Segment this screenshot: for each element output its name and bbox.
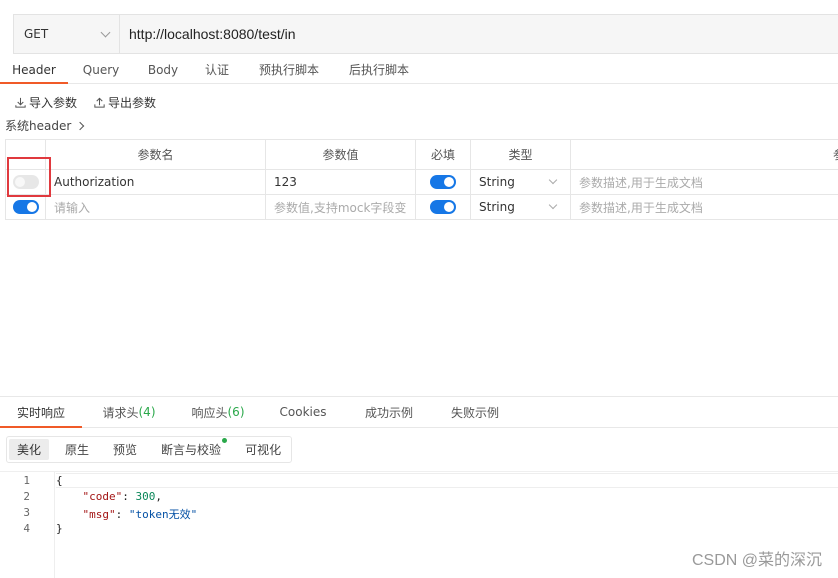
code-line: "code": 300,	[82, 490, 163, 503]
export-params-label: 导出参数	[108, 96, 157, 110]
tab-label: Cookies	[279, 405, 327, 419]
response-tabs: 实时响应 请求头 (4) 响应头 (6) Cookies 成功示例 失败示例	[0, 396, 838, 428]
download-icon	[15, 97, 26, 108]
tab-live-response[interactable]: 实时响应	[0, 397, 82, 428]
type-label: String	[479, 200, 515, 214]
line-number: 2	[23, 490, 30, 503]
description-cell[interactable]: 参数描述,用于生成文档	[570, 194, 838, 220]
code-line: }	[56, 522, 63, 535]
line-number: 4	[23, 522, 30, 535]
export-params-button[interactable]: 导出参数	[93, 94, 156, 111]
required-toggle[interactable]	[430, 200, 456, 215]
tab-auth[interactable]: 认证	[192, 56, 242, 83]
brace: }	[56, 522, 63, 535]
chevron-down-icon	[548, 175, 558, 185]
col-param-name: 参数名	[45, 139, 266, 170]
upload-icon	[94, 97, 105, 108]
count-badge: (4)	[138, 405, 156, 419]
preview-button[interactable]: 预览	[105, 439, 145, 460]
col-toggle	[5, 139, 46, 170]
json-key: "msg"	[82, 508, 116, 521]
type-select[interactable]: String	[470, 169, 571, 195]
tab-pre-script[interactable]: 预执行脚本	[242, 56, 336, 83]
col-param-value: 参数值	[265, 139, 416, 170]
brace: {	[56, 474, 63, 487]
method-label: GET	[24, 27, 49, 41]
param-actions: 导入参数 导出参数	[14, 94, 156, 111]
json-number: 300	[135, 490, 156, 503]
assertion-button[interactable]: 断言与校验	[153, 438, 229, 460]
tab-query[interactable]: Query	[68, 56, 134, 83]
table-header-row: 参数名 参数值 必填 类型 参	[5, 139, 838, 170]
import-params-label: 导入参数	[29, 96, 78, 110]
tab-label: 响应头	[191, 405, 228, 420]
json-key: "code"	[82, 490, 123, 503]
description-cell[interactable]: 参数描述,用于生成文档	[570, 169, 838, 195]
format-toolbar: 美化 原生 预览 断言与校验 可视化	[6, 436, 293, 463]
chevron-right-icon	[76, 121, 85, 130]
tab-response-headers[interactable]: 响应头 (6)	[176, 397, 260, 427]
tab-failure-example[interactable]: 失败示例	[432, 397, 518, 427]
tab-label: 实时响应	[16, 405, 65, 420]
param-name-cell[interactable]: Authorization	[45, 169, 266, 195]
row-enable-toggle[interactable]	[12, 175, 39, 190]
code-line: "msg": "token无效"	[82, 508, 198, 521]
line-number: 1	[23, 474, 30, 487]
tab-label: 请求头	[102, 405, 139, 420]
tab-post-script[interactable]: 后执行脚本	[336, 56, 422, 83]
col-description: 参	[570, 139, 838, 170]
url-input[interactable]: http://localhost:8080/test/in	[120, 15, 838, 53]
tab-request-headers[interactable]: 请求头 (4)	[82, 397, 176, 427]
status-dot-icon	[222, 438, 228, 443]
chevron-down-icon	[100, 27, 111, 37]
method-select[interactable]: GET	[14, 15, 120, 53]
raw-button[interactable]: 原生	[57, 439, 97, 460]
type-select[interactable]: String	[470, 194, 571, 220]
tab-success-example[interactable]: 成功示例	[346, 397, 432, 427]
param-value-cell[interactable]: 123	[265, 169, 416, 195]
chevron-down-icon	[548, 200, 558, 210]
header-params-table: 参数名 参数值 必填 类型 参 Authorization 123 String…	[5, 139, 838, 220]
param-name-cell[interactable]: 请输入	[45, 194, 266, 220]
beautify-button[interactable]: 美化	[9, 439, 50, 460]
col-type: 类型	[470, 139, 571, 170]
line-number: 3	[23, 506, 30, 519]
type-label: String	[479, 175, 515, 189]
tab-label: 成功示例	[364, 405, 413, 420]
json-string: "token无效"	[128, 508, 198, 521]
request-tabs: Header Query Body 认证 预执行脚本 后执行脚本	[0, 56, 838, 84]
system-header-toggle[interactable]: 系统header	[5, 117, 85, 134]
system-header-label: 系统header	[5, 119, 72, 133]
table-row: Authorization 123 String 参数描述,用于生成文档	[5, 169, 838, 195]
tab-label: 失败示例	[450, 405, 499, 420]
visualize-button[interactable]: 可视化	[237, 439, 289, 460]
col-required: 必填	[415, 139, 471, 170]
import-params-button[interactable]: 导入参数	[14, 94, 77, 111]
tab-body[interactable]: Body	[134, 56, 192, 83]
tab-header[interactable]: Header	[0, 56, 68, 84]
table-row: 请输入 参数值,支持mock字段变 String 参数描述,用于生成文档	[5, 194, 838, 220]
required-toggle[interactable]	[430, 175, 456, 190]
watermark: CSDN @菜的深沉	[691, 552, 822, 569]
url-bar: GET http://localhost:8080/test/in	[13, 14, 838, 54]
code-line: {	[56, 474, 63, 487]
tab-cookies[interactable]: Cookies	[260, 397, 346, 427]
count-badge: (6)	[227, 405, 245, 419]
row-enable-toggle[interactable]	[12, 200, 39, 215]
param-value-cell[interactable]: 参数值,支持mock字段变	[265, 194, 416, 220]
current-line-highlight	[56, 473, 838, 488]
assertion-label: 断言与校验	[161, 443, 222, 457]
